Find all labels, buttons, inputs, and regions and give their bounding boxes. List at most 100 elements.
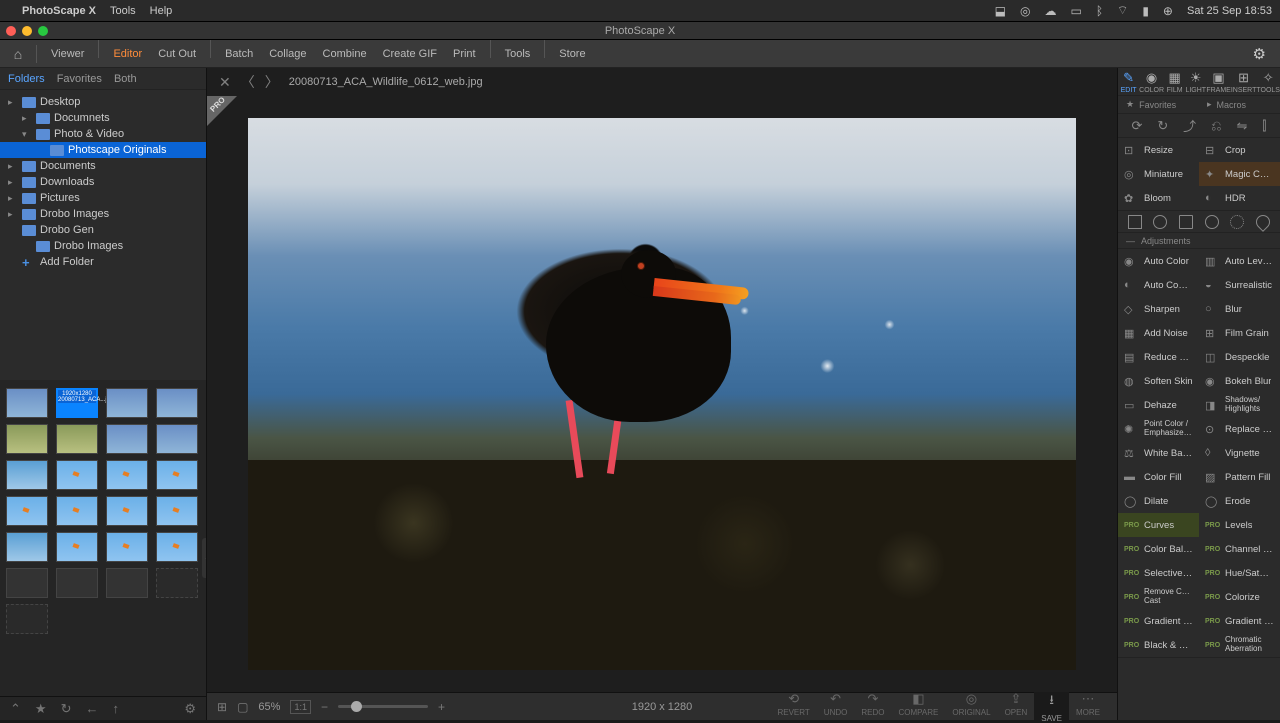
toolbar-tab-viewer[interactable]: Viewer (43, 40, 92, 68)
thumbnail[interactable] (56, 496, 98, 526)
toolbar-tab-batch[interactable]: Batch (217, 40, 261, 68)
shape-ro[interactable] (1179, 215, 1193, 229)
toolbar-tab-store[interactable]: Store (551, 40, 593, 68)
tool-bloom[interactable]: ✿Bloom (1118, 186, 1199, 210)
tool-remove-color-cast[interactable]: PRORemove ColorCast (1118, 585, 1199, 609)
edited-image[interactable] (248, 118, 1076, 670)
tool-auto-color[interactable]: ◉Auto Color (1118, 249, 1199, 273)
window-close-button[interactable] (6, 26, 16, 36)
tool-crop[interactable]: ⊟Crop (1199, 138, 1280, 162)
thumbnail[interactable] (106, 424, 148, 454)
tool-color-balance[interactable]: PROColor Balance (1118, 537, 1199, 561)
transform-icon-1[interactable]: ↻ (1157, 118, 1168, 134)
tool-resize[interactable]: ⊡Resize (1118, 138, 1199, 162)
save-button[interactable]: ⭳SAVE (1034, 691, 1069, 723)
tool-despeckle[interactable]: ◫Despeckle (1199, 345, 1280, 369)
thumbnail[interactable] (56, 424, 98, 454)
wifi-icon[interactable]: ⌔ (1117, 3, 1128, 18)
tree-item-photo-video[interactable]: ▾Photo & Video (0, 126, 206, 142)
tab-folders[interactable]: Folders (8, 73, 45, 85)
zoom-slider[interactable] (338, 705, 428, 708)
right-tab-light[interactable]: ☀LIGHT (1185, 68, 1206, 95)
right-tab-tools[interactable]: ✧TOOLS (1256, 68, 1280, 95)
zoom-percent[interactable]: 65% (258, 701, 280, 713)
compare-button[interactable]: ◧COMPARE (891, 691, 945, 723)
bluetooth-icon[interactable]: ᛒ (1096, 4, 1103, 18)
tool-dehaze[interactable]: ▭Dehaze (1118, 393, 1199, 417)
favorites-toggle[interactable]: ★Favorites (1118, 99, 1199, 110)
window-maximize-button[interactable] (38, 26, 48, 36)
star-icon[interactable]: ★ (35, 701, 47, 717)
macros-toggle[interactable]: ▸Macros (1199, 99, 1280, 110)
adjustments-header[interactable]: —Adjustments (1118, 233, 1280, 249)
tool-bokeh-blur[interactable]: ◉Bokeh Blur (1199, 369, 1280, 393)
tool-curves[interactable]: PROCurves (1118, 513, 1199, 537)
home-icon[interactable]: ⌂ (6, 42, 30, 66)
toolbar-tab-collage[interactable]: Collage (261, 40, 314, 68)
thumbnail[interactable] (156, 424, 198, 454)
tool-surrealistic[interactable]: ◒Surrealistic (1199, 273, 1280, 297)
tool-reduce-noise[interactable]: ▤Reduce Noise (1118, 345, 1199, 369)
right-tab-insert[interactable]: ⊞INSERT (1231, 68, 1257, 95)
dropbox-icon[interactable]: ⬓ (995, 4, 1006, 18)
thumbnail[interactable] (6, 496, 48, 526)
shape-ci[interactable] (1205, 215, 1219, 229)
revert-button[interactable]: ⟲REVERT (770, 691, 816, 723)
sidebar-gear-icon[interactable]: ⚙ (184, 701, 196, 717)
tree-item-photscape-originals[interactable]: Photscape Originals (0, 142, 206, 158)
tool-blur[interactable]: ○Blur (1199, 297, 1280, 321)
tree-item-desktop[interactable]: ▸Desktop (0, 94, 206, 110)
thumbnail[interactable] (56, 460, 98, 490)
shape-drop[interactable] (1253, 212, 1273, 232)
tree-item-pictures[interactable]: ▸Pictures (0, 190, 206, 206)
battery-icon[interactable]: ▮ (1142, 4, 1149, 18)
tool-auto-levels[interactable]: ▥Auto Levels (1199, 249, 1280, 273)
spotlight-icon[interactable]: ⊕ (1163, 4, 1173, 18)
thumbnail[interactable] (6, 604, 48, 634)
fit-ratio-button[interactable]: 1:1 (290, 700, 311, 714)
right-tab-frame[interactable]: ▣FRAME (1206, 68, 1231, 95)
tool-auto-contrast[interactable]: ◐Auto Contrast (1118, 273, 1199, 297)
up-icon[interactable]: ↑ (112, 701, 119, 716)
tool-hdr[interactable]: ◐HDR (1199, 186, 1280, 210)
open-button[interactable]: ⇪OPEN (998, 691, 1035, 723)
toolbar-tab-cut-out[interactable]: Cut Out (150, 40, 204, 68)
zoom-out-icon[interactable]: − (321, 700, 328, 714)
more-button[interactable]: ⋯MORE (1069, 691, 1107, 723)
tool-magic-color[interactable]: ✦Magic Color (1199, 162, 1280, 186)
tab-both[interactable]: Both (114, 73, 137, 85)
menu-tools[interactable]: Tools (110, 5, 136, 17)
menu-help[interactable]: Help (150, 5, 173, 17)
tool-white-balance[interactable]: ⚖White Balance (1118, 441, 1199, 465)
tools-scroll-list[interactable]: ⊡Resize⊟Crop◎Miniature✦Magic Color✿Bloom… (1118, 138, 1280, 720)
tool-soften-skin[interactable]: ◍Soften Skin (1118, 369, 1199, 393)
shape-sq[interactable] (1128, 215, 1142, 229)
transform-icon-3[interactable]: ⎌ (1211, 118, 1221, 134)
toolbar-tab-tools[interactable]: Tools (497, 40, 539, 68)
tool-sharpen[interactable]: ◇Sharpen (1118, 297, 1199, 321)
thumbnail[interactable]: 1920x128020080713_ACA...jpg (56, 388, 98, 418)
tree-item-documents[interactable]: ▸Documents (0, 158, 206, 174)
prev-file-icon[interactable]: 〈 (241, 72, 255, 92)
tool-channel-mixer[interactable]: PROChannel Mixer (1199, 537, 1280, 561)
tree-item-drobo-images[interactable]: Drobo Images (0, 238, 206, 254)
tool-selective-color[interactable]: PROSelective Color (1118, 561, 1199, 585)
transform-icon-5[interactable]: ⫿ (1262, 118, 1266, 134)
thumbnail[interactable] (6, 424, 48, 454)
tree-item-drobo-images[interactable]: ▸Drobo Images (0, 206, 206, 222)
tool-hue-saturation[interactable]: PROHue/Saturation (1199, 561, 1280, 585)
toolbar-tab-editor[interactable]: Editor (105, 40, 150, 68)
zoom-in-icon[interactable]: + (438, 700, 445, 714)
app-menu[interactable]: PhotoScape X (22, 5, 96, 17)
thumbnail[interactable] (156, 496, 198, 526)
thumbnail[interactable] (6, 532, 48, 562)
tree-item-add-folder[interactable]: +Add Folder (0, 254, 206, 270)
tool-film-grain[interactable]: ⊞Film Grain (1199, 321, 1280, 345)
tool-colorize[interactable]: PROColorize (1199, 585, 1280, 609)
right-tab-edit[interactable]: ✎EDIT (1118, 68, 1139, 95)
tool-dilate[interactable]: ◯Dilate (1118, 489, 1199, 513)
panel-collapse-handle[interactable]: ◂ (202, 538, 206, 578)
menubar-clock[interactable]: Sat 25 Sep 18:53 (1187, 5, 1272, 17)
image-canvas[interactable]: PRO (207, 96, 1117, 692)
tool-gradient-fill[interactable]: PROGradient Fill (1118, 609, 1199, 633)
